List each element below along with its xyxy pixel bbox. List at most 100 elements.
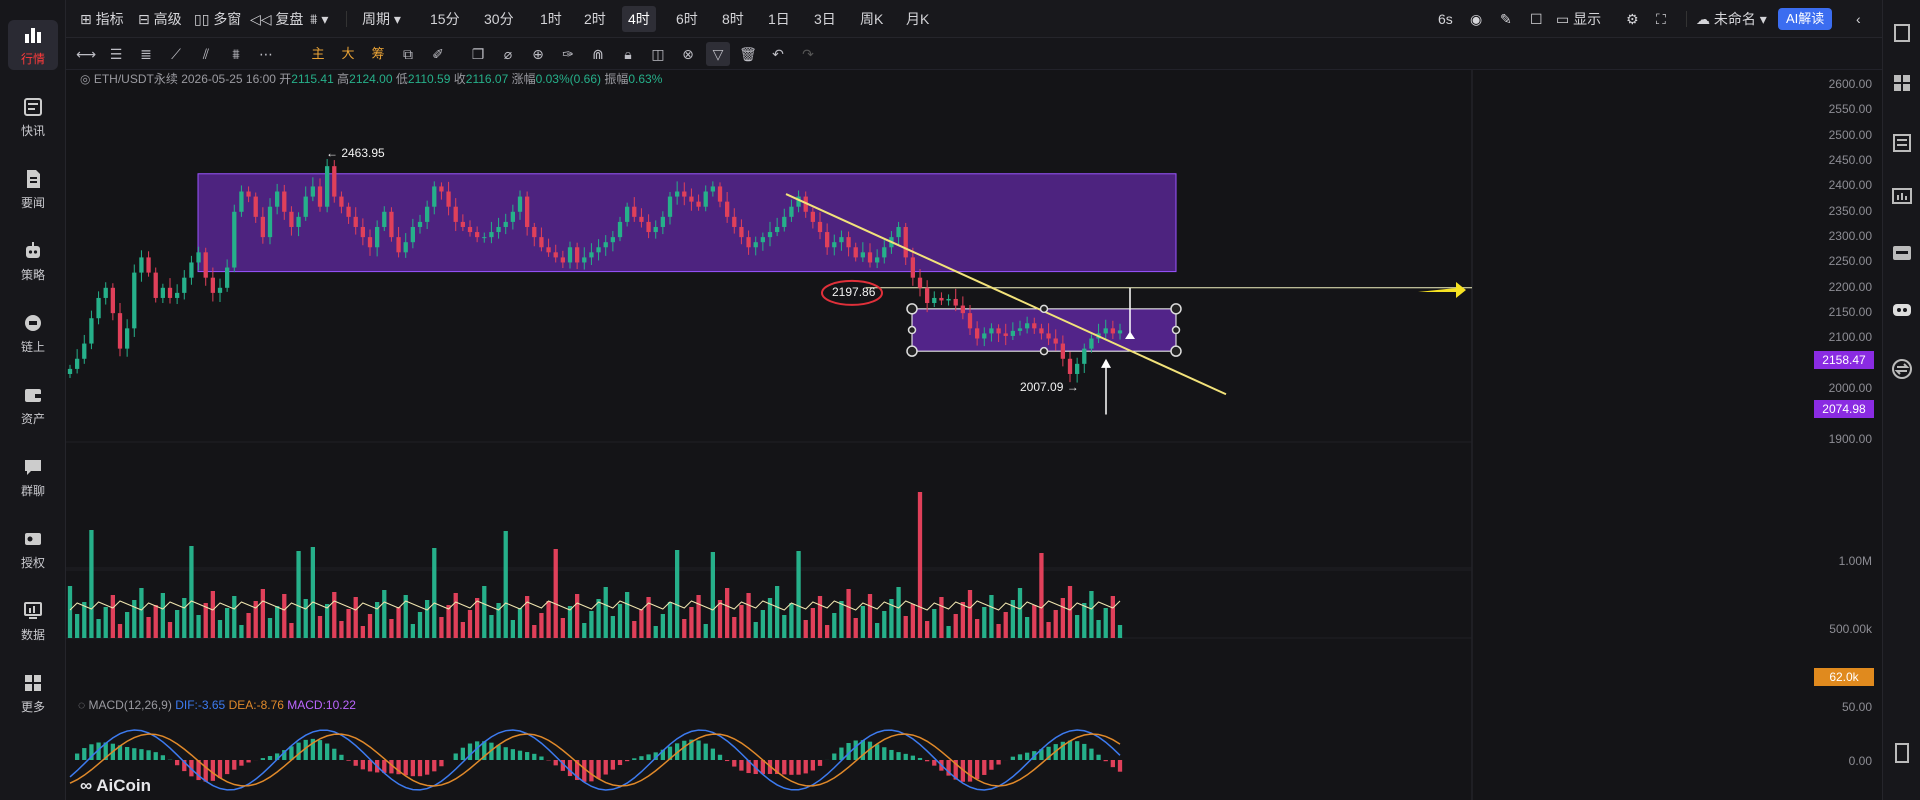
list-icon[interactable] — [1889, 130, 1915, 156]
candle-body — [689, 196, 694, 202]
bookmark-icon[interactable] — [1889, 740, 1915, 766]
sidebar-item-flash[interactable]: 快讯 — [0, 86, 66, 148]
indicators-button[interactable]: ⊞ 指标 — [80, 0, 124, 38]
pencil-icon[interactable]: ✎ — [1500, 0, 1512, 38]
trend-line-tool-icon[interactable]: ⟋ — [164, 42, 188, 66]
link-icon[interactable]: ⊗ — [676, 42, 700, 66]
etf-icon[interactable] — [1889, 240, 1915, 266]
volume-bar — [925, 621, 930, 638]
candle-body — [810, 211, 815, 222]
candle-body — [310, 186, 315, 197]
volume-bar — [582, 623, 587, 638]
sidebar-item-news[interactable]: 要闻 — [0, 158, 66, 220]
marker-icon[interactable]: ✑ — [556, 42, 580, 66]
sidebar-item-market[interactable]: 行情 — [0, 14, 66, 76]
chip-toggle[interactable]: 筹 — [366, 42, 390, 66]
visibility-icon[interactable]: ◌ — [78, 698, 85, 712]
tab-4h[interactable]: 4时 — [622, 6, 656, 32]
more-tools-icon[interactable]: ⋯ — [254, 42, 278, 66]
volume-bar — [396, 607, 401, 638]
exchange-icon[interactable] — [1889, 356, 1915, 382]
redo-icon[interactable]: ↷ — [796, 42, 820, 66]
chevron-left-icon[interactable]: ‹ — [1856, 0, 1861, 38]
candle-body — [267, 206, 273, 238]
tab-30m[interactable]: 30分 — [484, 0, 514, 38]
sidebar-item-strategy[interactable]: 策略 — [0, 230, 66, 292]
macd-histogram-bar — [703, 743, 708, 760]
replay-button[interactable]: ◁◁ 复盘 — [250, 0, 303, 38]
brush-icon[interactable]: ✐ — [426, 42, 450, 66]
chart-canvas[interactable] — [66, 70, 1882, 800]
magnet-icon[interactable]: ⋒ — [586, 42, 610, 66]
display-button[interactable]: ▭ 显示 — [1556, 0, 1601, 38]
refresh-interval[interactable]: 6s — [1438, 0, 1453, 38]
tab-3d[interactable]: 3日 — [814, 0, 836, 38]
note-icon[interactable]: ☐ — [1530, 0, 1543, 38]
fullscreen-icon[interactable]: ⛶ — [1656, 0, 1666, 38]
fib-tool-icon[interactable]: ≣ — [134, 42, 158, 66]
window-icon[interactable] — [1889, 20, 1915, 46]
volume-bar — [82, 602, 87, 638]
ruler-icon[interactable]: ⌀ — [496, 42, 520, 66]
macd-histogram-bar — [603, 760, 608, 775]
box-handle — [906, 345, 918, 357]
price-tick: 2450.00 — [1828, 153, 1872, 168]
main-chart-toggle[interactable]: 主 — [306, 42, 330, 66]
high-label: 高 — [337, 72, 350, 86]
large-order-toggle[interactable]: 大 — [336, 42, 360, 66]
volume-bar — [860, 606, 865, 638]
trash-icon[interactable]: 🗑︎ — [736, 42, 760, 66]
candle-body — [953, 298, 958, 306]
camera-icon[interactable]: ◉ — [1470, 0, 1482, 38]
tab-monthly[interactable]: 月K — [906, 0, 929, 38]
tab-weekly[interactable]: 周K — [860, 0, 883, 38]
filter-icon[interactable]: ▽ — [706, 42, 730, 66]
chart-panel-icon[interactable] — [1889, 184, 1915, 210]
pattern-tool-icon[interactable]: ⩩ — [224, 42, 248, 66]
copy-icon[interactable]: ❐ — [466, 42, 490, 66]
tab-6h[interactable]: 6时 — [676, 0, 698, 38]
gear-icon[interactable]: ⚙ — [1626, 0, 1639, 38]
volume-bar — [996, 624, 1001, 638]
volume-bar — [817, 596, 823, 638]
tab-15m[interactable]: 15分 — [430, 0, 460, 38]
sidebar-item-data[interactable]: 数据 — [0, 590, 66, 652]
chart-area[interactable]: ◎ ETH/USDT永续 2026-05-25 16:00 开2115.41 高… — [66, 70, 1882, 800]
settings-small-icon[interactable]: ◎ — [80, 72, 90, 86]
grid-icon[interactable] — [1889, 70, 1915, 96]
sidebar-item-license[interactable]: 授权 — [0, 518, 66, 580]
multi-window-button[interactable]: ▯▯ 多窗 — [194, 0, 241, 38]
advanced-button[interactable]: ⊟ 高级 — [138, 0, 182, 38]
undo-icon[interactable]: ↶ — [766, 42, 790, 66]
sidebar-item-more[interactable]: 更多 — [0, 662, 66, 724]
price-tick: 2400.00 — [1828, 178, 1872, 193]
lock-icon[interactable]: 🔒︎ — [616, 42, 640, 66]
macd-histogram-bar — [1075, 741, 1080, 760]
tab-1h[interactable]: 1时 — [540, 0, 562, 38]
sidebar-item-onchain[interactable]: 链上 — [0, 302, 66, 364]
tab-2h[interactable]: 2时 — [584, 0, 606, 38]
sidebar-item-assets[interactable]: 资产 — [0, 374, 66, 436]
chart-type-button[interactable]: ⩩ ▾ — [310, 0, 328, 38]
volume-bar — [489, 615, 494, 638]
horizontal-line-tool-icon[interactable]: ⟷ — [74, 42, 98, 66]
volume-bar — [839, 601, 844, 638]
tab-1d[interactable]: 1日 — [768, 0, 790, 38]
compare-icon[interactable]: ⧉ — [396, 42, 420, 66]
volume-bar — [910, 604, 915, 638]
channel-tool-icon[interactable]: ⫽ — [194, 42, 218, 66]
macd-histogram-bar — [732, 760, 737, 767]
candle-body — [1046, 333, 1051, 339]
layout-dropdown[interactable]: ☁ 未命名 ▾ — [1696, 0, 1767, 38]
eye-icon[interactable]: ◫ — [646, 42, 670, 66]
robot-icon[interactable] — [1889, 296, 1915, 322]
lines-tool-icon[interactable]: ☰ — [104, 42, 128, 66]
candle-body — [996, 328, 1001, 334]
sidebar-item-chat[interactable]: 群聊 — [0, 446, 66, 508]
zoom-icon[interactable]: ⊕ — [526, 42, 550, 66]
ai-analysis-button[interactable]: AI解读 — [1778, 8, 1833, 30]
tab-8h[interactable]: 8时 — [722, 0, 744, 38]
period-dropdown[interactable]: 周期 ▾ — [362, 0, 401, 38]
macd-histogram-bar — [1096, 754, 1101, 760]
macd-histogram-bar — [175, 760, 180, 766]
